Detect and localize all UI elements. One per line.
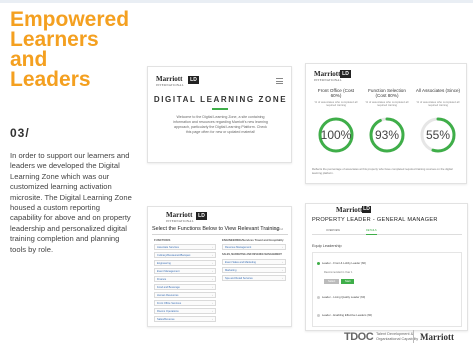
course-row[interactable]: Leader - Living Quality Leader (60) [317,295,365,299]
heading-line: Empowered [10,8,130,31]
tdoc-tagline: Talent Development & Organizational Capa… [376,332,419,341]
ldz-logo: LD [188,76,199,84]
metric-title: Front Office (Cost 60%) [317,88,355,99]
footer-divider [413,330,414,343]
function-item[interactable]: Finance [154,276,216,282]
tab-overview[interactable]: OVERVIEW [326,227,340,235]
completion-value: 93% [374,128,400,142]
dlz-title: DIGITAL LEARNING ZONE [153,95,288,104]
function-item[interactable]: Culinary/Restaurant/Banquet [154,252,216,258]
metric-subtitle: % of associates who completed all requir… [365,100,409,108]
completed-icon [317,261,320,265]
course-row[interactable]: Leader - Front & Lobby Leader (60) [317,261,366,265]
column-subheading: SALES, MARKETING AND REVENUE MANAGEMENT [222,253,282,256]
section-heading: Empowered Learners and Leaders [10,8,140,91]
selector-title: Select the Functions Below to View Relev… [152,226,280,232]
divider [152,234,288,235]
menu-icon[interactable] [276,78,283,84]
function-item[interactable]: Associate Services [154,244,216,250]
plan-section-label: Equip Leadership [312,244,342,248]
column-heading: FUNCTIONS [154,238,171,242]
metric-title: Function Selection (Cost 80%) [368,88,406,99]
heading-line: and [10,48,48,71]
heading-line: Learners [10,28,99,51]
function-item[interactable]: Engineering [154,260,216,266]
function-item[interactable]: Marketing [222,267,286,273]
marriott-logo: Marriott INTERNATIONAL [156,75,184,87]
marriott-logo: Marriott [336,206,363,214]
screenshot-leader-plan: Marriott LD PROPERTY LEADER - GENERAL MA… [305,203,468,331]
top-strip [0,0,473,3]
section-number: 03/ [10,126,30,140]
ldz-logo: LD [340,70,351,78]
marriott-logo: Marriott INTERNATIONAL [314,70,342,82]
section-description: In order to support our learners and lea… [10,151,132,254]
pending-icon [317,313,320,317]
legend-link[interactable]: Legend [273,227,283,231]
marriott-logo: Marriott INTERNATIONAL [166,211,194,223]
function-item[interactable]: Sales/Revenue [154,316,216,322]
ldz-logo: LD [362,206,371,213]
screenshot-function-selector: Marriott INTERNATIONAL LD Select the Fun… [147,206,292,327]
completion-value: 100% [320,128,352,142]
metric-title: All Associates (Since) [415,88,461,93]
function-item[interactable]: Human Resources [154,292,216,298]
function-item[interactable]: Food and Beverage [154,284,216,290]
course-row[interactable]: Leader - Enabling Effective Leaders (60) [317,313,372,317]
pending-icon [317,295,320,299]
function-item[interactable]: Rooms Operations [154,308,216,314]
report-note: Reflects the percentage of associates at… [312,167,453,175]
function-item[interactable]: Front Office Services [154,300,216,306]
ldz-logo: LD [196,212,207,220]
course-group: Leader - Front & Lobby Leader (60) Recom… [312,252,462,327]
screenshot-completion-report: Marriott INTERNATIONAL LD Front Office (… [305,63,467,184]
title-underline [212,108,228,110]
dlz-welcome-text: Welcome to the Digital Learning Zone, a … [173,115,268,135]
function-item[interactable]: Event Sales and Marketing [222,259,286,265]
start-button[interactable]: Start [341,279,355,284]
completion-value: 55% [425,128,451,142]
plan-title: PROPERTY LEADER - GENERAL MANAGER [312,217,438,223]
column-heading: ENGINEERING/Services Travel and Hospital… [222,238,284,242]
function-item[interactable]: Event Management [154,268,216,274]
heading-line: Leaders [10,68,91,91]
tab-details[interactable]: DETAILS [366,227,377,235]
select-button[interactable]: Select [324,279,340,284]
plan-tabs: OVERVIEW DETAILS [312,227,462,235]
slide: Empowered Learners and Leaders 03/ In or… [0,0,473,347]
tdoc-logo: TDOC [344,331,374,343]
marriott-footer-logo: Marriott [420,332,454,342]
function-item[interactable]: Spa and Retail Services [222,275,286,281]
course-note: Recommended in Year 1 [324,271,353,274]
metric-subtitle: % of associates who completed all requir… [314,100,358,108]
screenshot-dlz-home: Marriott INTERNATIONAL LD DIGITAL LEARNI… [147,66,292,163]
function-item[interactable]: Revenue Management [222,244,286,250]
metric-subtitle: % of associates who completed all requir… [416,100,460,108]
